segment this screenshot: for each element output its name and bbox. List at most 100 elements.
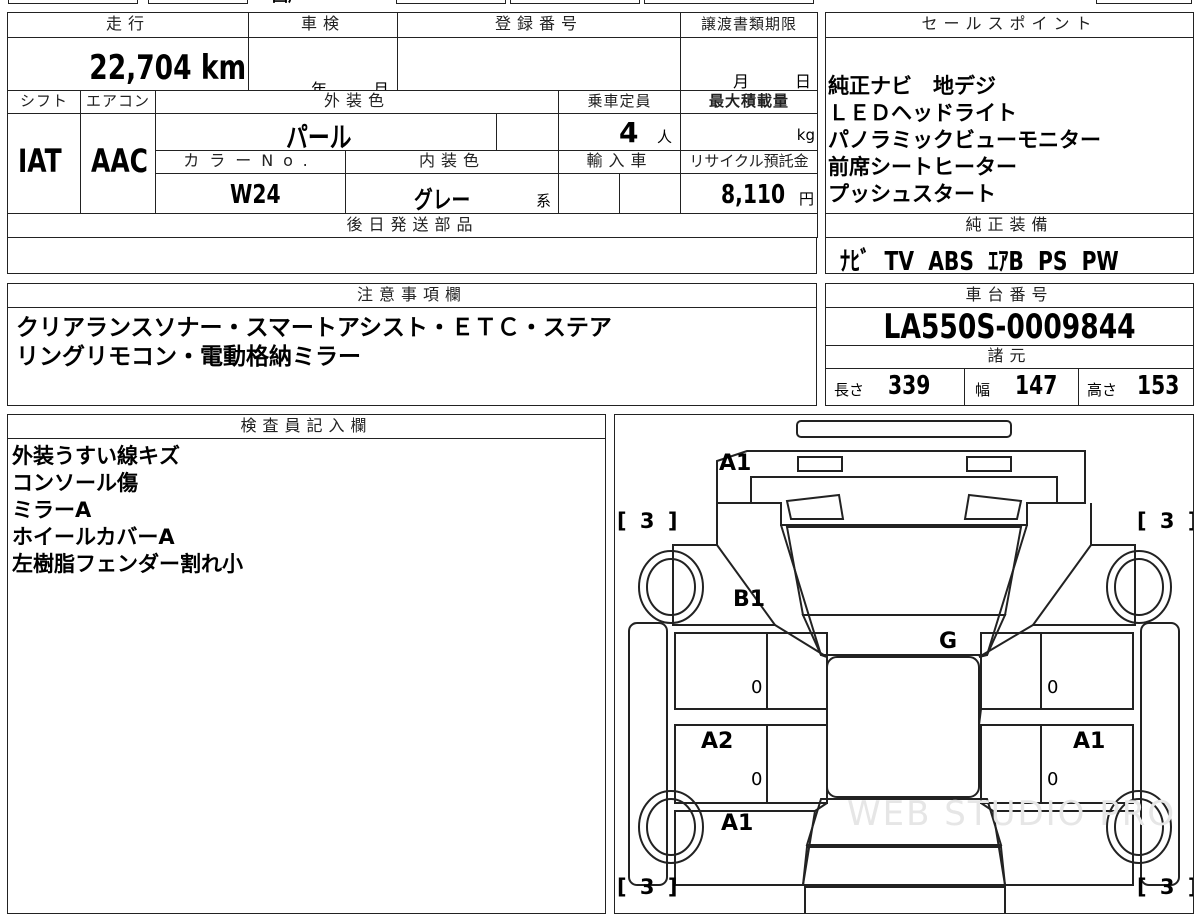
sales-point-item: プッシュスタート bbox=[828, 182, 996, 206]
tailgate bbox=[801, 846, 1007, 886]
door-num-rl: 0 bbox=[751, 769, 763, 790]
mark-left-rear-fender: A1 bbox=[721, 811, 754, 836]
hood-right-vent bbox=[963, 493, 1023, 520]
color-no-value-cell: W24 bbox=[155, 173, 346, 214]
registration-label: 登録番号 bbox=[494, 14, 583, 33]
inspector-line: 左樹脂フェンダー割れ小 bbox=[12, 552, 243, 576]
exterior-color-value-cell: パール bbox=[155, 113, 497, 154]
spec-height-cell: 高さ 153 bbox=[1078, 368, 1194, 406]
notes-label-cell: 注意事項欄 bbox=[7, 283, 817, 308]
interior-color-label: 内装色 bbox=[418, 151, 485, 170]
aircon-label-cell: エアコン bbox=[80, 90, 156, 114]
right-side-sill bbox=[1140, 622, 1180, 886]
recycle-label: リサイクル預託金 bbox=[689, 152, 809, 170]
spec-length-label: 長さ bbox=[834, 381, 865, 399]
equipment-item: ｴｱB bbox=[988, 247, 1024, 277]
tire-mark-rl: [ 3 ] bbox=[617, 875, 681, 899]
chassis-label-cell: 車台番号 bbox=[825, 283, 1194, 308]
aircon-label: エアコン bbox=[85, 92, 150, 110]
wheel-front-right-inner bbox=[1114, 558, 1164, 616]
chassis-label: 車台番号 bbox=[965, 285, 1054, 304]
shift-value: IAT bbox=[18, 142, 62, 180]
roof-panel bbox=[826, 656, 980, 798]
spec-width-cell: 幅 147 bbox=[964, 368, 1079, 406]
tire-mark-fl: [ 3 ] bbox=[617, 509, 681, 533]
rear-bumper bbox=[804, 886, 1006, 913]
watermark: WEB STUDIO PRO bbox=[847, 794, 1176, 834]
inspection-label-cell: 車検 bbox=[248, 12, 398, 38]
capacity-value-cell: 4 人 bbox=[558, 113, 681, 151]
max-load-label: 最大積載量 bbox=[708, 92, 789, 110]
wheel-front-left bbox=[638, 550, 704, 624]
notes-panel: 注意事項欄 クリアランスソナー・スマートアシスト・ＥＴＣ・ステア リングリモコン… bbox=[7, 283, 817, 406]
genuine-equipment-label-cell: 純正装備 bbox=[825, 213, 1194, 238]
interior-color-label-cell: 内装色 bbox=[345, 150, 559, 174]
mileage-unit: km bbox=[200, 48, 246, 88]
wheel-front-right bbox=[1106, 550, 1172, 624]
car-diagram-panel: WEB STUDIO PRO A1 B1 G A2 A1 A1 [ 3 ] [ … bbox=[614, 414, 1194, 914]
wheel-rear-left bbox=[638, 790, 704, 864]
max-load-unit: kg bbox=[796, 126, 815, 144]
exterior-color-label-cell: 外装色 bbox=[155, 90, 559, 114]
genuine-equipment-label: 純正装備 bbox=[965, 215, 1054, 234]
top-strip-text: 国产 bbox=[272, 0, 304, 4]
transfer-month-unit: 月 bbox=[733, 72, 750, 91]
sales-points-list: 純正ナビ 地デジ ＬＥＤヘッドライト パノラミックビューモニター 前席シートヒー… bbox=[828, 73, 1188, 208]
car-diagram: WEB STUDIO PRO bbox=[628, 420, 1180, 913]
front-grille-bar bbox=[796, 420, 1012, 438]
exterior-color-extra-cell bbox=[496, 113, 559, 151]
spec-height-label: 高さ bbox=[1087, 381, 1118, 399]
capacity-unit: 人 bbox=[657, 128, 673, 146]
equipment-item: TV bbox=[884, 247, 915, 277]
sales-points-label: セールスポイント bbox=[921, 14, 1098, 33]
roof bbox=[801, 614, 1007, 656]
right-rear-door bbox=[980, 724, 1134, 804]
door-num-rr: 0 bbox=[1047, 769, 1059, 790]
left-rear-door bbox=[674, 724, 828, 804]
notes-line: リングリモコン・電動格納ミラー bbox=[16, 344, 361, 370]
genuine-equipment-list: ﾅﾋﾞ TV ABS ｴｱB PS PW bbox=[840, 241, 1190, 278]
mileage-label-cell: 走行 bbox=[7, 12, 249, 38]
later-parts-label: 後日発送部品 bbox=[346, 215, 479, 234]
inspector-line: ホイールカバーA bbox=[12, 525, 175, 549]
color-no-value: W24 bbox=[230, 180, 281, 210]
hood bbox=[750, 476, 1058, 526]
inspector-label: 検査員記入欄 bbox=[240, 416, 373, 435]
chassis-number: LA550S-0009844 bbox=[883, 307, 1136, 347]
mark-right-rear-door: A1 bbox=[1073, 729, 1106, 754]
inspector-line: 外装うすい線キズ bbox=[12, 444, 180, 468]
sales-point-item: 純正ナビ 地デジ bbox=[828, 74, 996, 98]
notes-line: クリアランスソナー・スマートアシスト・ＥＴＣ・ステア bbox=[16, 315, 612, 341]
transfer-deadline-label: 譲渡書類期限 bbox=[700, 15, 797, 33]
color-no-label: カラーNo. bbox=[183, 151, 318, 170]
color-no-label-cell: カラーNo. bbox=[155, 150, 346, 174]
import-value-cell-2 bbox=[619, 173, 681, 214]
import-value-cell-1 bbox=[558, 173, 620, 214]
door-num-fl: 0 bbox=[751, 677, 763, 698]
capacity-value: 4 bbox=[619, 116, 639, 149]
door-num-fr: 0 bbox=[1047, 677, 1059, 698]
max-load-value-cell: kg bbox=[680, 113, 818, 151]
recycle-value: 8,110 bbox=[721, 180, 786, 210]
top-strip: 国产 bbox=[0, 0, 1200, 6]
inspection-label: 車検 bbox=[300, 14, 345, 33]
import-label: 輸入車 bbox=[586, 151, 653, 170]
equipment-item: ABS bbox=[928, 247, 974, 277]
equipment-item: PW bbox=[1081, 247, 1119, 277]
interior-color-value: グレー bbox=[414, 186, 471, 214]
recycle-unit: 円 bbox=[798, 190, 814, 208]
mark-hood-left: B1 bbox=[733, 587, 766, 612]
sales-points-label-cell: セールスポイント bbox=[825, 12, 1194, 38]
registration-label-cell: 登録番号 bbox=[397, 12, 681, 38]
shift-label-cell: シフト bbox=[7, 90, 81, 114]
interior-color-unit: 系 bbox=[536, 192, 552, 210]
hood-left-vent bbox=[785, 493, 845, 520]
import-label-cell: 輸入車 bbox=[558, 150, 681, 174]
left-side-sill bbox=[628, 622, 668, 886]
aircon-value-cell: AAC bbox=[80, 113, 156, 214]
front-lamp-right bbox=[966, 456, 1012, 472]
mark-windshield: G bbox=[939, 629, 958, 654]
inspector-label-cell: 検査員記入欄 bbox=[7, 414, 606, 439]
transfer-deadline-label-cell: 譲渡書類期限 bbox=[680, 12, 818, 38]
mileage-value: 22,704 bbox=[89, 48, 192, 88]
